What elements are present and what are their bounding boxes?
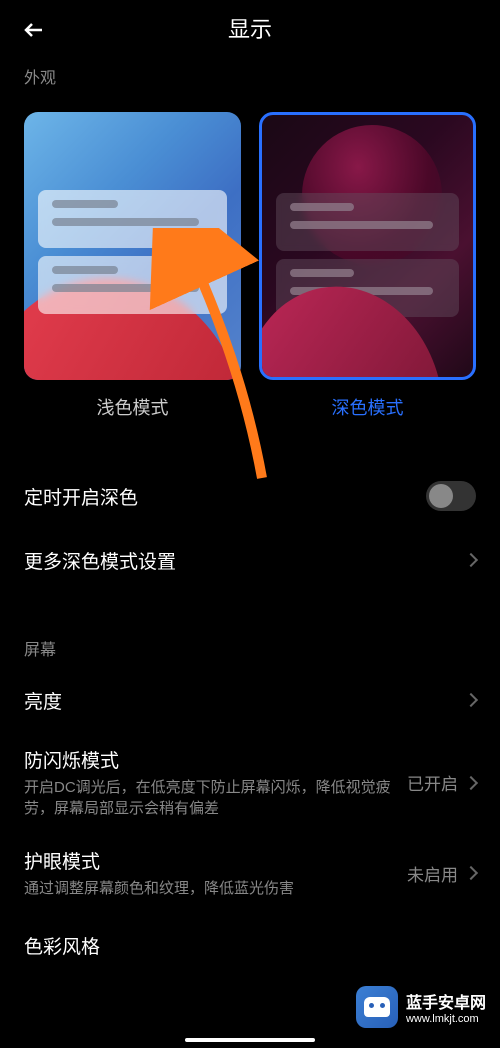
anti-flicker-row[interactable]: 防闪烁模式 开启DC调光后，在低亮度下防止屏幕闪烁，降低视觉疲劳，屏幕局部显示会… — [24, 732, 476, 833]
home-indicator[interactable] — [185, 1038, 315, 1042]
watermark: 蓝手安卓网 www.lmkjt.com — [356, 986, 486, 1028]
theme-selector: 浅色模式 深色模式 — [0, 96, 500, 428]
theme-dark-preview — [259, 112, 476, 380]
chevron-right-icon — [464, 775, 478, 789]
chevron-right-icon — [464, 866, 478, 880]
color-style-label: 色彩风格 — [24, 932, 100, 959]
theme-dark[interactable]: 深色模式 — [259, 112, 476, 420]
theme-light-label: 浅色模式 — [97, 394, 169, 420]
eye-care-value: 未启用 — [407, 861, 458, 886]
chevron-right-icon — [464, 693, 478, 707]
watermark-url: www.lmkjt.com — [406, 1013, 486, 1025]
scheduled-dark-row[interactable]: 定时开启深色 — [24, 464, 476, 528]
appearance-label: 外观 — [0, 56, 500, 96]
header: 显示 — [0, 0, 500, 56]
chevron-right-icon — [464, 553, 478, 567]
back-arrow-icon — [22, 18, 46, 42]
anti-flicker-desc: 开启DC调光后，在低亮度下防止屏幕闪烁，降低视觉疲劳，屏幕局部显示会稍有偏差 — [24, 777, 407, 819]
page-title: 显示 — [228, 12, 272, 44]
back-button[interactable] — [20, 16, 48, 44]
eye-care-row[interactable]: 护眼模式 通过调整屏幕颜色和纹理，降低蓝光伤害 未启用 — [24, 833, 476, 913]
screen-label: 屏幕 — [0, 628, 500, 668]
watermark-logo-icon — [356, 986, 398, 1028]
brightness-label: 亮度 — [24, 687, 62, 714]
theme-dark-label: 深色模式 — [332, 394, 404, 420]
anti-flicker-title: 防闪烁模式 — [24, 746, 407, 773]
more-dark-label: 更多深色模式设置 — [24, 547, 176, 574]
more-dark-settings-row[interactable]: 更多深色模式设置 — [24, 528, 476, 592]
theme-light[interactable]: 浅色模式 — [24, 112, 241, 420]
brightness-row[interactable]: 亮度 — [24, 668, 476, 732]
scheduled-dark-label: 定时开启深色 — [24, 483, 138, 510]
anti-flicker-value: 已开启 — [407, 770, 458, 795]
eye-care-desc: 通过调整屏幕颜色和纹理，降低蓝光伤害 — [24, 878, 407, 899]
watermark-title: 蓝手安卓网 — [406, 989, 486, 1013]
theme-light-preview — [24, 112, 241, 380]
color-style-row[interactable]: 色彩风格 — [24, 913, 476, 977]
scheduled-dark-toggle[interactable] — [426, 481, 476, 511]
eye-care-title: 护眼模式 — [24, 847, 407, 874]
